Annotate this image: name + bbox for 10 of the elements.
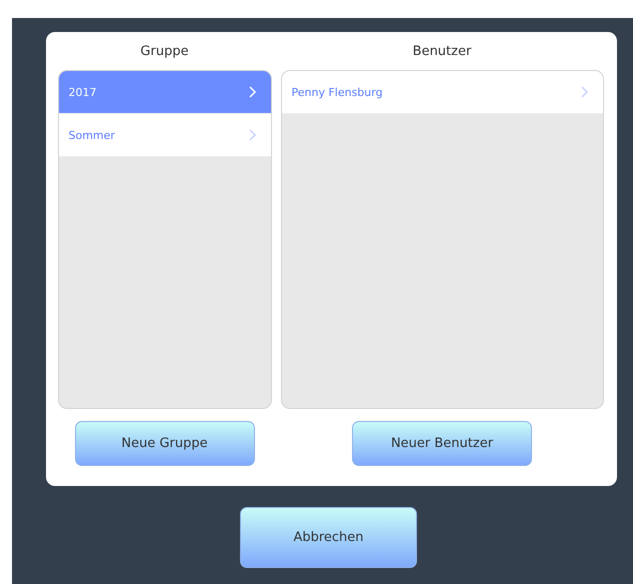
add-button[interactable]: Neue Gruppe [74,421,254,466]
column-header: Gruppe [140,42,189,60]
cancel-button[interactable]: Abbrechen [240,507,417,568]
chevron-icon [580,86,588,98]
add-button[interactable]: Neuer Benutzer [352,421,532,466]
column-header: Benutzer [412,42,472,60]
list-item[interactable]: Penny Flensburg [282,71,602,114]
chevron-icon [248,129,256,141]
chevron-icon [248,86,256,98]
list-item[interactable]: Sommer [58,114,270,157]
